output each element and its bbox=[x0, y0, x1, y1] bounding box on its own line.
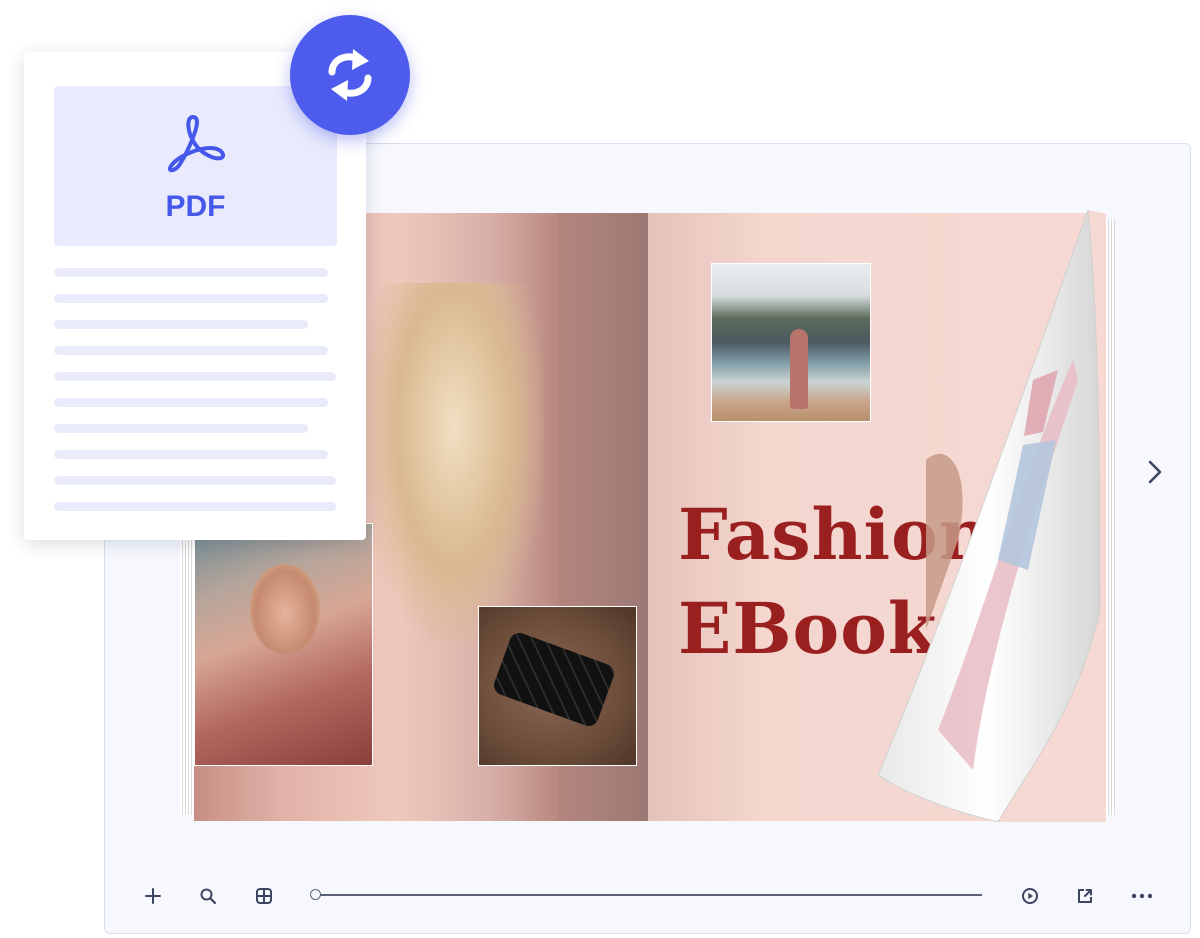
thumbnails-button[interactable] bbox=[250, 882, 278, 910]
search-button[interactable] bbox=[194, 882, 222, 910]
autoplay-button[interactable] bbox=[1016, 882, 1044, 910]
handbag-photo bbox=[478, 606, 637, 766]
pdf-text-line bbox=[54, 268, 328, 277]
viewer-toolbar bbox=[104, 870, 1191, 922]
next-page-button[interactable] bbox=[1140, 455, 1170, 489]
chevron-right-icon bbox=[1148, 460, 1162, 484]
pdf-text-line bbox=[54, 320, 308, 329]
convert-button[interactable] bbox=[290, 15, 410, 135]
grid-icon bbox=[256, 888, 272, 904]
pdf-text-line bbox=[54, 502, 336, 511]
pdf-text-line bbox=[54, 346, 328, 355]
pdf-text-line bbox=[54, 450, 328, 459]
pdf-document-card: PDF bbox=[24, 52, 366, 540]
portrait-face bbox=[250, 564, 320, 654]
share-icon bbox=[1078, 889, 1092, 903]
sync-icon bbox=[328, 49, 372, 101]
beach-figure bbox=[790, 329, 808, 409]
pdf-text-line bbox=[54, 398, 328, 407]
page-slider-track[interactable] bbox=[316, 894, 982, 896]
pdf-text-line bbox=[54, 372, 336, 381]
hero-photo-subject bbox=[364, 283, 544, 643]
more-button[interactable] bbox=[1128, 882, 1156, 910]
plus-icon bbox=[145, 888, 161, 904]
more-icon bbox=[1131, 893, 1153, 899]
portrait-photo bbox=[194, 523, 373, 766]
add-button[interactable] bbox=[139, 882, 167, 910]
beach-photo bbox=[711, 263, 871, 422]
pdf-text-line bbox=[54, 424, 308, 433]
page-curl[interactable] bbox=[878, 210, 1108, 822]
acrobat-icon bbox=[168, 115, 226, 173]
pdf-text-line bbox=[54, 476, 336, 485]
play-icon bbox=[1022, 888, 1038, 904]
share-button[interactable] bbox=[1071, 882, 1099, 910]
page-slider-thumb[interactable] bbox=[310, 889, 321, 900]
pdf-label: PDF bbox=[165, 190, 226, 223]
pdf-text-line bbox=[54, 294, 328, 303]
search-icon bbox=[200, 888, 217, 905]
pdf-thumbnail: PDF bbox=[54, 86, 337, 246]
handbag bbox=[491, 630, 617, 729]
